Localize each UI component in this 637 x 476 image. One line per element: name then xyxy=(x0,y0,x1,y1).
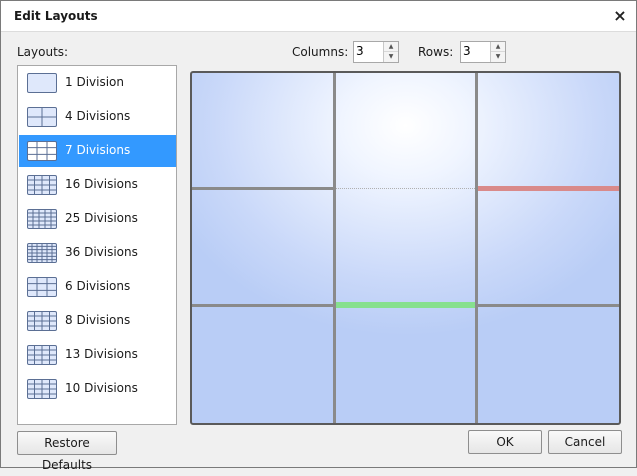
layout-6-icon xyxy=(27,277,57,297)
preview-cell[interactable] xyxy=(192,188,334,305)
layout-item-label: 8 Divisions xyxy=(65,313,131,327)
preview-cell-merged[interactable] xyxy=(334,73,476,305)
layout-36-icon xyxy=(27,243,57,263)
layout-list-item[interactable]: 36 Divisions xyxy=(19,237,176,269)
layout-list-item[interactable]: 25 Divisions xyxy=(19,203,176,235)
ok-button[interactable]: OK xyxy=(468,430,542,454)
layout-10-icon xyxy=(27,379,57,399)
layout-13-icon xyxy=(27,345,57,365)
rows-label: Rows: xyxy=(418,45,454,59)
layout-list-item[interactable]: 16 Divisions xyxy=(19,169,176,201)
rows-down-arrow-icon[interactable]: ▼ xyxy=(491,52,505,62)
edit-layouts-dialog: Edit Layouts × Layouts: 1 Division 4 Divi… xyxy=(0,0,637,472)
layout-item-label: 25 Divisions xyxy=(65,211,138,225)
cancel-button[interactable]: Cancel xyxy=(548,430,622,454)
layout-item-label: 10 Divisions xyxy=(65,381,138,395)
preview-cell[interactable] xyxy=(476,305,619,423)
rows-spinner[interactable]: ▲ ▼ xyxy=(460,41,506,63)
columns-up-arrow-icon[interactable]: ▲ xyxy=(384,42,398,52)
columns-down-arrow-icon[interactable]: ▼ xyxy=(384,52,398,62)
horizontal-divider[interactable] xyxy=(192,304,334,307)
columns-input[interactable] xyxy=(354,42,378,60)
columns-label: Columns: xyxy=(292,45,349,59)
layout-list-item[interactable]: 1 Division xyxy=(19,67,176,99)
layout-item-label: 36 Divisions xyxy=(65,245,138,259)
layout-item-label: 4 Divisions xyxy=(65,109,131,123)
preview-cell[interactable] xyxy=(476,73,619,188)
restore-defaults-button[interactable]: Restore Defaults xyxy=(17,431,117,472)
layout-1-icon xyxy=(27,73,57,93)
layout-item-label: 1 Division xyxy=(65,75,124,89)
layouts-label: Layouts: xyxy=(17,45,69,59)
layout-item-label: 16 Divisions xyxy=(65,177,138,191)
preview-cell[interactable] xyxy=(334,305,476,423)
horizontal-divider[interactable] xyxy=(192,187,334,190)
layout-16-icon xyxy=(27,175,57,195)
layout-preview[interactable] xyxy=(190,71,621,425)
layout-list-item[interactable]: 10 Divisions xyxy=(19,373,176,405)
layout-7-icon xyxy=(27,141,57,161)
highlighted-divider-green[interactable] xyxy=(336,302,475,308)
close-icon[interactable]: × xyxy=(610,6,630,26)
merged-divider[interactable] xyxy=(336,188,475,189)
vertical-divider[interactable] xyxy=(475,73,478,423)
rows-up-arrow-icon[interactable]: ▲ xyxy=(491,42,505,52)
layout-item-label: 13 Divisions xyxy=(65,347,138,361)
title-bar: Edit Layouts × xyxy=(1,1,636,32)
rows-input[interactable] xyxy=(461,42,485,60)
columns-spinner[interactable]: ▲ ▼ xyxy=(353,41,399,63)
vertical-divider[interactable] xyxy=(333,73,336,423)
layout-list-item[interactable]: 6 Divisions xyxy=(19,271,176,303)
preview-cell[interactable] xyxy=(192,73,334,188)
layout-25-icon xyxy=(27,209,57,229)
highlighted-divider-red[interactable] xyxy=(478,186,619,191)
layouts-list[interactable]: 1 Division 4 Divisions 7 Divisions 16 Divis… xyxy=(17,65,177,425)
dialog-title: Edit Layouts xyxy=(14,9,98,23)
layout-4-icon xyxy=(27,107,57,127)
layout-list-item[interactable]: 7 Divisions xyxy=(19,135,176,167)
layout-item-label: 7 Divisions xyxy=(65,143,131,157)
layout-list-item[interactable]: 4 Divisions xyxy=(19,101,176,133)
preview-cell[interactable] xyxy=(192,305,334,423)
horizontal-divider[interactable] xyxy=(478,304,619,307)
layout-item-label: 6 Divisions xyxy=(65,279,131,293)
columns-spin-buttons: ▲ ▼ xyxy=(383,42,398,62)
rows-spin-buttons: ▲ ▼ xyxy=(490,42,505,62)
layout-list-item[interactable]: 13 Divisions xyxy=(19,339,176,371)
preview-cell[interactable] xyxy=(476,188,619,305)
layout-8-icon xyxy=(27,311,57,331)
layout-list-item[interactable]: 8 Divisions xyxy=(19,305,176,337)
